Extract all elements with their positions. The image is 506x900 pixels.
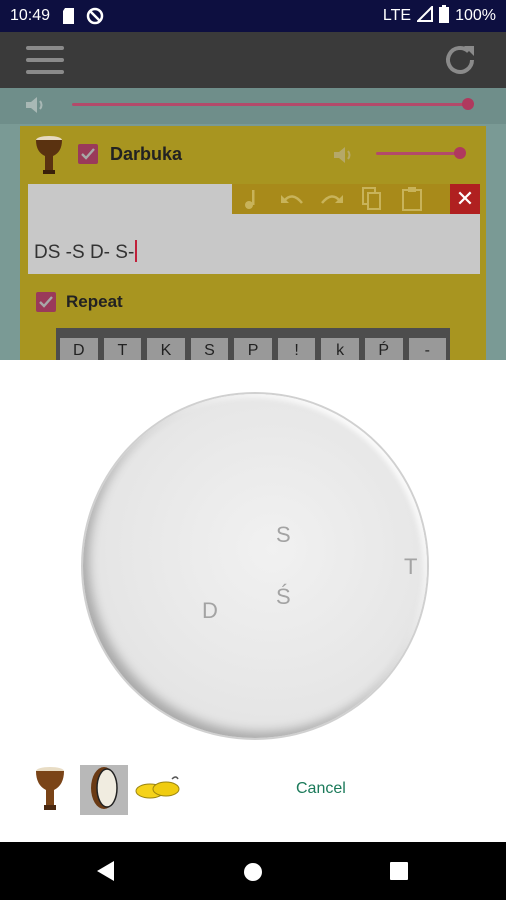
back-icon[interactable] [96, 860, 116, 887]
pad-label-d[interactable]: D [202, 598, 218, 624]
instrument-volume-slider[interactable] [376, 152, 458, 155]
finger-cymbals-icon [134, 773, 182, 808]
menu-icon[interactable] [26, 46, 64, 74]
frame-drum-icon [89, 765, 119, 816]
pad-label-s[interactable]: S [276, 522, 291, 548]
cancel-button[interactable]: Cancel [296, 780, 346, 798]
refresh-icon[interactable] [442, 42, 478, 78]
instrument-selector [26, 764, 186, 816]
master-volume-row [0, 88, 506, 124]
darbuka-icon [34, 766, 66, 815]
instrument-volume-thumb[interactable] [454, 147, 466, 159]
pad-label-s-acute[interactable]: Ś [276, 584, 291, 610]
paste-icon[interactable] [392, 184, 432, 214]
network-type: LTE [382, 7, 412, 24]
instrument-enabled-checkbox[interactable] [78, 144, 98, 164]
signal-icon [415, 4, 434, 27]
battery-icon [439, 4, 450, 28]
instrument-volume-icon [332, 144, 354, 171]
data-saver-icon [86, 7, 104, 25]
sd-card-icon [62, 8, 76, 24]
status-right-group: LTE 100% [382, 4, 496, 28]
status-time: 10:49 [10, 7, 51, 24]
instrument-card: Darbuka ✕ DS -S D- S- Repeat D T K S P !… [20, 126, 486, 366]
repeat-checkbox[interactable] [36, 292, 56, 312]
pattern-text-value: DS -S D- S- [34, 242, 135, 263]
instrument-option-frame-drum[interactable] [80, 765, 128, 815]
text-caret [135, 240, 138, 262]
pattern-edit-toolbar: ✕ [232, 184, 480, 214]
master-volume-thumb[interactable] [462, 98, 474, 110]
battery-percent: 100% [455, 7, 496, 24]
app-screen: 10:49 LTE 100% Darbuka ✕ DS -S D- S- Rep… [0, 0, 506, 900]
master-volume-slider[interactable] [72, 103, 468, 106]
instrument-option-darbuka[interactable] [26, 765, 74, 815]
instrument-name: Darbuka [110, 144, 183, 164]
pad-label-t[interactable]: T [404, 554, 417, 580]
drum-pad-dialog: S Ś T D Cancel [0, 360, 506, 842]
drum-pad[interactable]: S Ś T D [83, 394, 427, 738]
status-bar: 10:49 LTE 100% [0, 0, 506, 32]
pattern-text[interactable]: DS -S D- S- [34, 240, 138, 264]
repeat-label: Repeat [66, 292, 123, 311]
close-icon[interactable]: ✕ [450, 184, 480, 214]
redo-icon[interactable] [312, 184, 352, 214]
note-icon[interactable] [232, 184, 272, 214]
copy-icon[interactable] [352, 184, 392, 214]
volume-icon [24, 94, 46, 121]
darbuka-icon [34, 136, 64, 174]
app-toolbar [0, 32, 506, 88]
home-icon[interactable] [243, 862, 263, 887]
recents-icon[interactable] [390, 862, 408, 885]
navigation-bar [0, 842, 506, 900]
instrument-option-finger-cymbals[interactable] [134, 765, 182, 815]
undo-icon[interactable] [272, 184, 312, 214]
